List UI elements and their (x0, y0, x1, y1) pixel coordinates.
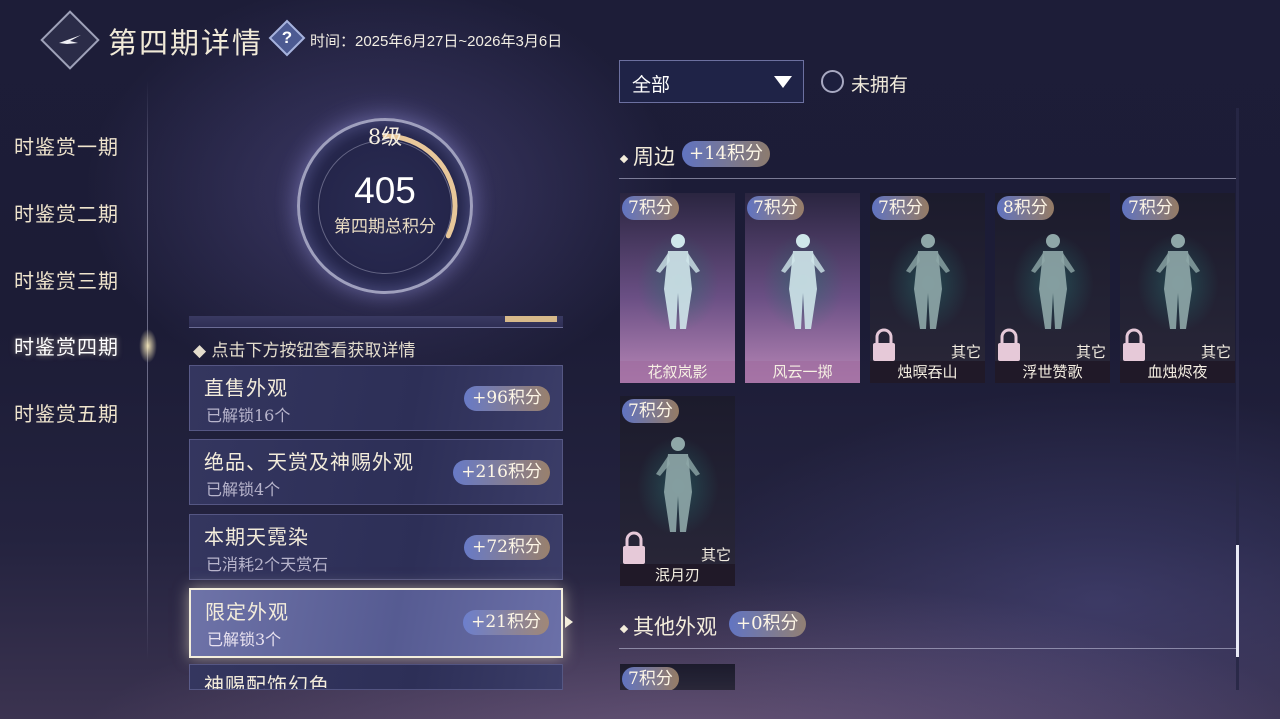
category-title: 限定外观 (205, 600, 289, 624)
item-card[interactable]: 7积分 (620, 664, 735, 690)
item-points-badge: 7积分 (872, 196, 929, 220)
item-points-badge: 7积分 (622, 399, 679, 423)
category-card-selected[interactable]: 限定外观 已解锁3个 +21积分 (189, 588, 563, 658)
category-subtitle: 已解锁16个 (206, 406, 291, 425)
total-score-label: 第四期总积分 (334, 217, 436, 237)
item-card[interactable]: 7积分其它 烛暝吞山 (870, 193, 985, 383)
item-name: 花叙岚影 (620, 361, 735, 383)
item-tag: 其它 (950, 343, 981, 361)
section-title-text: 其他外观 (633, 615, 717, 639)
item-points-badge: 7积分 (622, 667, 679, 690)
hint-text: ◆ 点击下方按钮查看获取详情 (193, 341, 416, 361)
category-points-badge: +72积分 (464, 535, 550, 560)
character-figure-icon (781, 234, 825, 329)
total-score: 405 (354, 170, 416, 211)
item-name: 浮世赞歌 (995, 361, 1110, 383)
category-points-badge: +216积分 (453, 460, 550, 485)
item-card[interactable]: 8积分其它 浮世赞歌 (995, 193, 1110, 383)
nav-item-period-4[interactable]: 时鉴赏四期 (14, 331, 119, 360)
item-name: 血烛烬夜 (1120, 361, 1235, 383)
category-points-badge: +96积分 (464, 386, 550, 411)
character-figure-icon (1031, 234, 1075, 329)
help-button[interactable]: ? (268, 19, 306, 57)
nav-active-indicator (139, 329, 157, 363)
category-subtitle: 已解锁4个 (206, 480, 281, 499)
nav-item-period-3[interactable]: 时鉴赏三期 (14, 265, 119, 294)
nav-divider (147, 80, 148, 660)
category-title: 本期天霓染 (204, 525, 309, 549)
cut-off-item-label (646, 103, 736, 117)
category-card[interactable]: 绝品、天赏及神赐外观 已解锁4个 +216积分 (189, 439, 563, 505)
item-tag: 其它 (1075, 343, 1106, 361)
item-points-badge: 7积分 (622, 196, 679, 220)
list-top-accent (505, 316, 557, 322)
filter-selected-value: 全部 (632, 74, 671, 96)
category-title: 绝品、天赏及神赐外观 (204, 450, 414, 474)
item-name: 泯月刃 (620, 564, 735, 586)
item-tag: 其它 (700, 546, 731, 564)
not-owned-label[interactable]: 未拥有 (851, 70, 908, 97)
item-tag: 其它 (1200, 343, 1231, 361)
item-card[interactable]: 7积分其它 血烛烬夜 (1120, 193, 1235, 383)
category-card[interactable]: 本期天霓染 已消耗2个天赏石 +72积分 (189, 514, 563, 580)
back-logo-button[interactable] (40, 10, 100, 70)
character-figure-icon (656, 234, 700, 329)
page-title: 第四期详情 (108, 26, 264, 60)
hint-label: 点击下方按钮查看获取详情 (211, 341, 416, 361)
section-divider (619, 178, 1236, 179)
section-title-text: 周边 (633, 145, 675, 169)
section-divider (619, 648, 1236, 649)
not-owned-radio[interactable] (821, 70, 844, 93)
lock-icon (623, 531, 645, 564)
item-card[interactable]: 7积分其它 泯月刃 (620, 396, 735, 586)
item-points-badge: 7积分 (747, 196, 804, 220)
scrollbar-thumb[interactable] (1236, 545, 1239, 657)
item-card[interactable]: 7积分花叙岚影 (620, 193, 735, 383)
level-label: 8级 (367, 125, 403, 149)
category-subtitle: 已消耗2个天赏石 (206, 555, 329, 574)
item-card[interactable]: 7积分风云一掷 (745, 193, 860, 383)
category-points-badge: +21积分 (463, 610, 549, 635)
section-title: 其他外观 (619, 611, 717, 641)
period-text: 时间：2025年6月27日~2026年3月6日 (310, 33, 563, 50)
lock-icon (1123, 328, 1145, 361)
nav-item-period-5[interactable]: 时鉴赏五期 (14, 398, 119, 427)
character-figure-icon (656, 437, 700, 532)
wing-icon (59, 35, 81, 44)
chevron-down-icon (774, 76, 792, 88)
selected-arrow-icon (565, 616, 573, 628)
category-card[interactable]: 神赐配饰幻色 (189, 664, 563, 690)
section-points-badge: +0积分 (729, 611, 806, 637)
section-points-badge: +14积分 (682, 141, 770, 167)
nav-item-period-2[interactable]: 时鉴赏二期 (14, 198, 119, 227)
section-title: 周边 (619, 141, 675, 171)
item-name: 风云一掷 (745, 361, 860, 383)
character-figure-icon (1156, 234, 1200, 329)
item-points-badge: 8积分 (997, 196, 1054, 220)
lock-icon (998, 328, 1020, 361)
category-card[interactable]: 直售外观 已解锁16个 +96积分 (189, 365, 563, 431)
category-title: 直售外观 (204, 376, 288, 400)
question-icon: ? (281, 28, 293, 47)
nav-item-period-1[interactable]: 时鉴赏一期 (14, 131, 119, 160)
item-name: 烛暝吞山 (870, 361, 985, 383)
category-subtitle: 已解锁3个 (207, 630, 282, 649)
lock-icon (873, 328, 895, 361)
category-title: 神赐配饰幻色 (204, 673, 330, 690)
item-points-badge: 7积分 (1122, 196, 1179, 220)
character-figure-icon (906, 234, 950, 329)
